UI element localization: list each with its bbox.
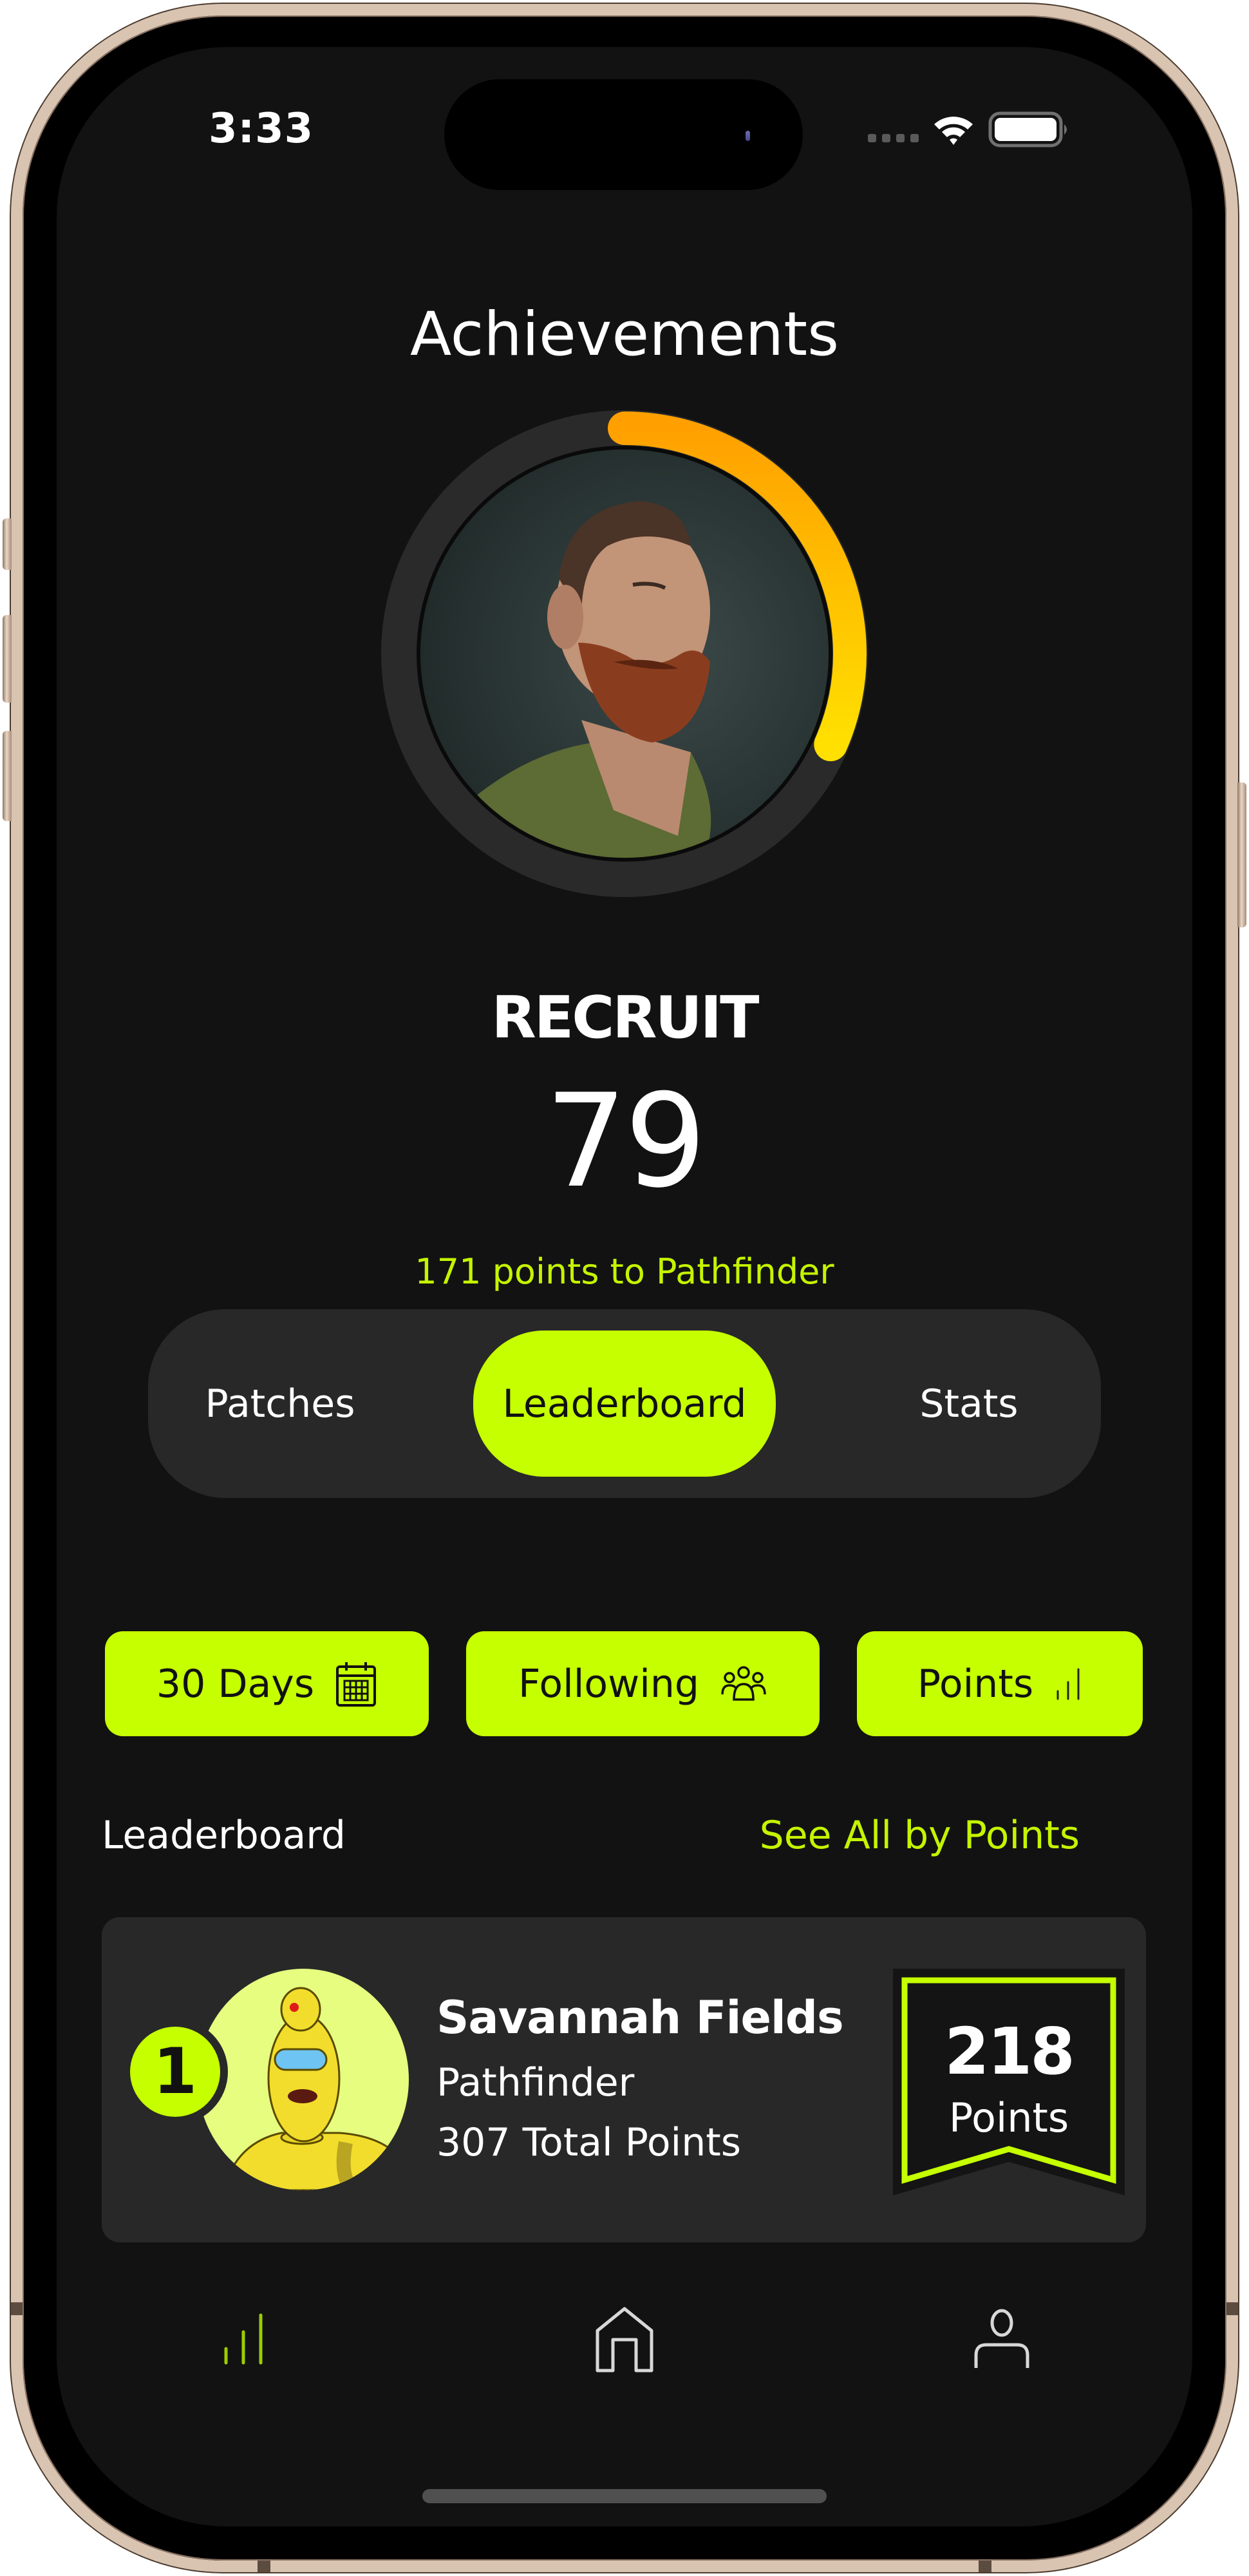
people-icon [721,1665,766,1701]
antenna-line [979,2561,991,2572]
profile-avatar[interactable] [420,450,829,858]
user-total-points: 307 Total Points [437,2120,742,2165]
tab-patches[interactable]: Patches [174,1331,386,1477]
bar-chart-icon [224,2313,263,2365]
points-ribbon-badge: 218 Points [893,1969,1125,2195]
home-icon [596,2307,653,2372]
filter-period-button[interactable]: 30 Days [105,1631,429,1736]
filter-metric-button[interactable]: Points [857,1631,1143,1736]
user-avatar [198,1969,409,2190]
tab-label: Leaderboard [502,1381,747,1426]
dynamic-island [444,79,803,190]
leaderboard-entry[interactable]: 1 Savannah Fields Pathfinder 307 Total P… [102,1917,1146,2242]
battery-icon [988,111,1067,147]
rank-title: RECRUIT [491,984,759,1052]
action-button [3,518,12,570]
power-button [1237,782,1246,927]
page-title: Achievements [409,299,840,370]
bar-chart-icon [1056,1668,1080,1700]
filter-label: Points [917,1661,1034,1707]
home-indicator[interactable] [422,2489,827,2503]
volume-up-button [3,615,12,703]
tab-label: Stats [919,1381,1019,1426]
filter-audience-button[interactable]: Following [466,1631,820,1736]
antenna-line [258,2561,270,2572]
nav-home[interactable] [579,2295,670,2385]
status-icons [868,110,1072,149]
volume-down-button [3,731,12,821]
wifi-icon [934,117,973,145]
filter-label: 30 Days [156,1661,315,1707]
next-rank-progress-text: 171 points to Pathfinder [415,1251,834,1292]
camera-icon [746,131,750,141]
bearded-man-portrait [420,450,829,858]
see-all-link[interactable]: See All by Points [760,1813,1080,1858]
status-time: 3:33 [209,105,314,153]
cellular-signal-icon [868,117,919,142]
antenna-line [11,2302,23,2315]
user-name: Savannah Fields [437,1991,844,2044]
user-icon [974,2309,1029,2368]
tab-leaderboard[interactable]: Leaderboard [473,1331,776,1477]
rank-progress-ring [381,410,868,897]
filter-label: Following [518,1661,699,1707]
user-rank-title: Pathfinder [437,2060,635,2105]
tab-label: Patches [205,1381,355,1426]
period-points-label: Points [948,2094,1069,2141]
period-points-value: 218 [944,2014,1075,2089]
tab-stats[interactable]: Stats [863,1331,1075,1477]
calendar-icon [336,1662,377,1707]
points-value: 79 [545,1066,707,1217]
section-tabs: Patches Leaderboard Stats [148,1309,1101,1498]
leaderboard-heading: Leaderboard [102,1813,346,1858]
app-screen: 3:33 Achievements RECRUIT 79 171 points … [57,47,1192,2526]
yellow-robot-avatar [222,1987,409,2190]
antenna-line [1226,2302,1238,2315]
nav-profile[interactable] [957,2295,1047,2385]
nav-leaderboard[interactable] [198,2295,288,2385]
rank-badge: 1 [130,2027,220,2117]
